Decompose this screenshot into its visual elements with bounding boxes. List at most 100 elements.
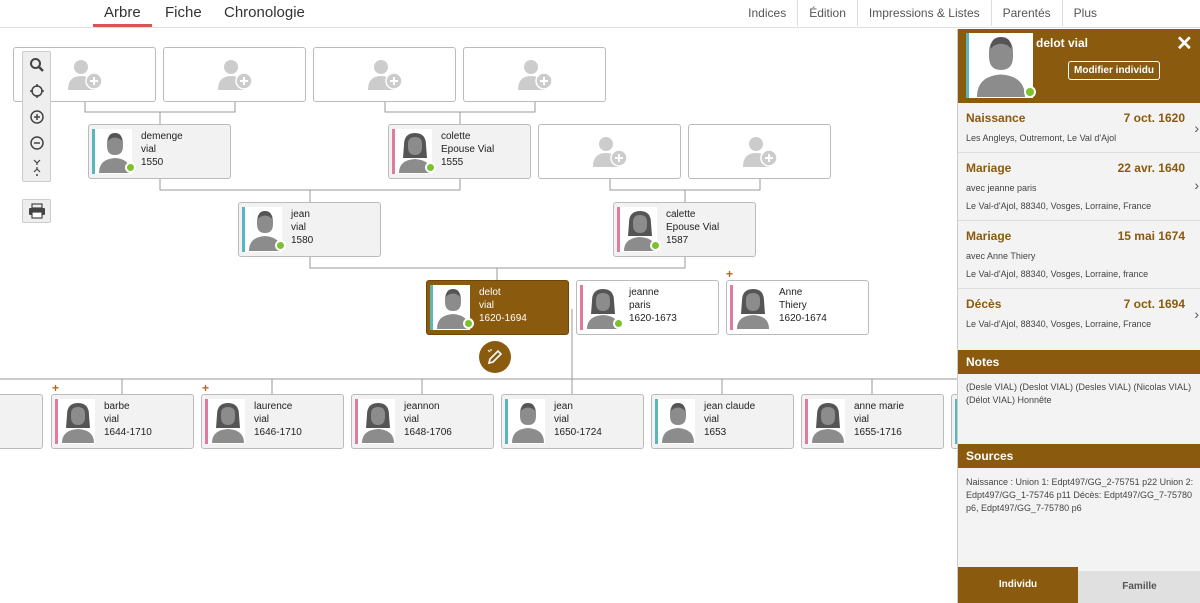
first-name: laurence — [254, 401, 293, 412]
tab-chronologie[interactable]: Chronologie — [213, 3, 316, 27]
female-avatar — [55, 399, 95, 444]
person-card-calette[interactable]: calette Epouse Vial 1587 — [613, 202, 756, 257]
first-name: barbe — [104, 401, 130, 412]
status-icon — [1024, 86, 1036, 98]
first-name: jean — [554, 401, 573, 412]
person-card-delot-selected[interactable]: delot vial 1620-1694 — [426, 280, 569, 335]
female-avatar — [205, 399, 245, 444]
person-card-jeanne[interactable]: jeanne paris 1620-1673 — [576, 280, 719, 335]
tab-arbre[interactable]: Arbre — [93, 3, 152, 27]
child-card-jean[interactable]: jean vial 1650-1724 — [501, 394, 644, 449]
tab-fiche[interactable]: Fiche — [154, 3, 213, 27]
modify-person-button[interactable]: Modifier individu — [1068, 61, 1160, 80]
menu-edition[interactable]: Édition — [797, 0, 857, 26]
female-avatar — [730, 285, 770, 330]
person-card-jean[interactable]: jean vial 1580 — [238, 202, 381, 257]
first-name: jean claude — [704, 401, 756, 412]
dates: 1550 — [141, 157, 164, 168]
female-avatar-icon — [212, 403, 244, 443]
event-type: Mariage — [966, 229, 1012, 243]
zoom-in-icon[interactable] — [23, 104, 50, 130]
menu-parentes[interactable]: Parentés — [990, 0, 1062, 26]
tree-toolbar — [22, 51, 51, 182]
child-card-partial[interactable] — [0, 394, 43, 449]
last-name: paris — [629, 300, 651, 311]
last-name: vial — [554, 414, 570, 425]
child-card-anne-marie[interactable]: anne marie vial 1655-1716 — [801, 394, 944, 449]
menu-indices[interactable]: Indices — [737, 0, 797, 26]
add-ancestor-card[interactable] — [163, 47, 306, 102]
last-name: vial — [404, 414, 420, 425]
event-birth[interactable]: Naissance 7 oct. 1620 Les Angleys, Outre… — [958, 103, 1200, 153]
event-marriage-1[interactable]: Mariage 22 avr. 1640 avec jeanne paris L… — [958, 153, 1200, 221]
sources-text: Naissance : Union 1: Edpt497/GG_2-75751 … — [966, 477, 1194, 513]
female-avatar-icon — [62, 403, 94, 443]
add-person-icon — [367, 59, 403, 90]
child-card-barbe[interactable]: barbe vial 1644-1710 — [51, 394, 194, 449]
child-card-jean-claude[interactable]: jean claude vial 1653 — [651, 394, 794, 449]
female-avatar-icon — [362, 403, 394, 443]
last-name: vial — [104, 414, 120, 425]
person-card-demenge[interactable]: demenge vial 1550 — [88, 124, 231, 179]
edit-person-button[interactable] — [479, 341, 511, 373]
center-icon[interactable] — [23, 78, 50, 104]
add-person-icon — [517, 59, 553, 90]
event-death[interactable]: Décès 7 oct. 1694 Le Val-d'Ajol, 88340, … — [958, 289, 1200, 349]
tab-individu[interactable]: Individu — [958, 567, 1078, 603]
last-name: vial — [254, 414, 270, 425]
child-card-jeannon[interactable]: jeannon vial 1648-1706 — [351, 394, 494, 449]
person-card-colette[interactable]: colette Epouse Vial 1555 — [388, 124, 531, 179]
family-tree-canvas[interactable]: demenge vial 1550 colette Epouse Vial 1555 j… — [0, 29, 957, 603]
event-place: Les Angleys, Outremont, Le Val d'Ajol — [966, 133, 1117, 143]
first-name: calette — [666, 209, 696, 220]
sources-header: Sources — [958, 444, 1200, 468]
child-card-laurence[interactable]: laurence vial 1646-1710 — [201, 394, 344, 449]
menu-impressions[interactable]: Impressions & Listes — [856, 0, 991, 26]
menu-plus[interactable]: Plus — [1061, 0, 1108, 26]
male-avatar-icon — [977, 37, 1025, 97]
chevron-right-icon: › — [1194, 120, 1199, 136]
zoom-out-icon[interactable] — [23, 130, 50, 156]
dates: 1653 — [704, 427, 727, 438]
dates: 1644-1710 — [104, 427, 152, 438]
female-avatar-icon — [737, 289, 769, 329]
add-ancestor-card[interactable] — [463, 47, 606, 102]
first-name: colette — [441, 131, 471, 142]
dates: 1620-1674 — [779, 313, 827, 324]
first-name: Anne — [779, 287, 803, 298]
has-relatives-marker: + — [52, 381, 60, 395]
event-marriage-2[interactable]: Mariage 15 mai 1674 avec Anne Thiery Le … — [958, 221, 1200, 289]
female-avatar — [805, 399, 845, 444]
add-ancestor-card[interactable] — [313, 47, 456, 102]
person-photo — [966, 33, 1036, 98]
dates: 1648-1706 — [404, 427, 452, 438]
panel-header: delot vial Modifier individu ✕ — [958, 29, 1200, 103]
has-relatives-marker: + — [726, 267, 734, 281]
tab-famille[interactable]: Famille — [1078, 571, 1200, 603]
add-ancestor-card[interactable] — [538, 124, 681, 179]
tree-layout-icon[interactable] — [23, 156, 50, 181]
chevron-right-icon: › — [1194, 306, 1199, 322]
search-icon[interactable] — [23, 52, 50, 78]
last-name: vial — [141, 144, 157, 155]
first-name: demenge — [141, 131, 183, 142]
add-person-icon — [67, 59, 103, 90]
person-detail-panel: delot vial Modifier individu ✕ Naissance… — [957, 29, 1200, 603]
close-icon[interactable]: ✕ — [1176, 31, 1193, 56]
add-person-icon — [592, 136, 628, 167]
status-icon — [425, 162, 436, 173]
add-person-icon — [742, 136, 778, 167]
dates: 1650-1724 — [554, 427, 602, 438]
person-name: delot vial — [1036, 36, 1089, 50]
dates: 1655-1716 — [854, 427, 902, 438]
person-card-anne[interactable]: Anne Thiery 1620-1674 — [726, 280, 869, 335]
male-avatar — [655, 399, 695, 444]
add-ancestor-card[interactable] — [688, 124, 831, 179]
event-type: Mariage — [966, 161, 1012, 175]
print-button[interactable] — [22, 199, 51, 223]
panel-tabs: Individu Famille — [958, 567, 1200, 603]
first-name: jeannon — [404, 401, 440, 412]
event-spouse: avec Anne Thiery — [966, 251, 1036, 261]
notes-text: (Desle VIAL) (Deslot VIAL) (Desles VIAL)… — [966, 382, 1192, 405]
status-icon — [650, 240, 661, 251]
